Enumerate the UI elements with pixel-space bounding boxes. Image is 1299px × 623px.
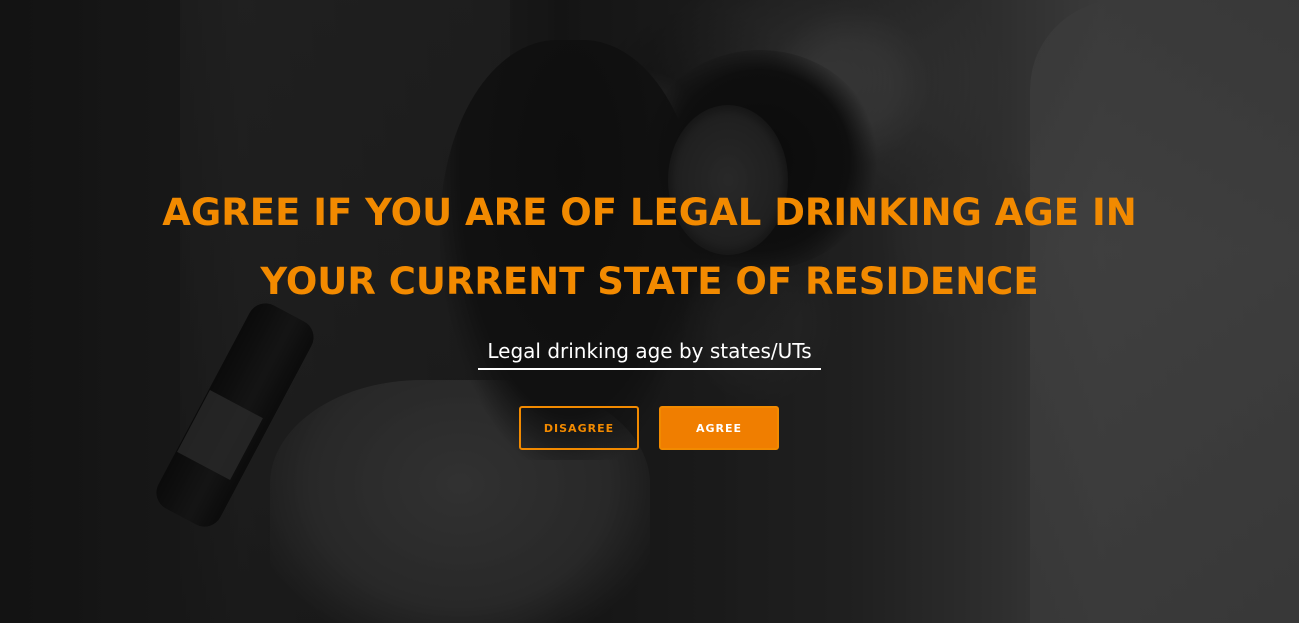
age-gate-content: AGREE IF YOU ARE OF LEGAL DRINKING AGE I… — [0, 0, 1299, 623]
age-gate-headline: AGREE IF YOU ARE OF LEGAL DRINKING AGE I… — [100, 178, 1199, 316]
headline-line-1: AGREE IF YOU ARE OF LEGAL DRINKING AGE I… — [162, 191, 1137, 234]
age-gate-page: AGREE IF YOU ARE OF LEGAL DRINKING AGE I… — [0, 0, 1299, 623]
agree-button[interactable]: AGREE — [659, 406, 779, 450]
headline-line-2: YOUR CURRENT STATE OF RESIDENCE — [260, 260, 1039, 303]
legal-age-info-link[interactable]: Legal drinking age by states/UTs — [478, 336, 821, 370]
disagree-button[interactable]: DISAGREE — [519, 406, 639, 450]
